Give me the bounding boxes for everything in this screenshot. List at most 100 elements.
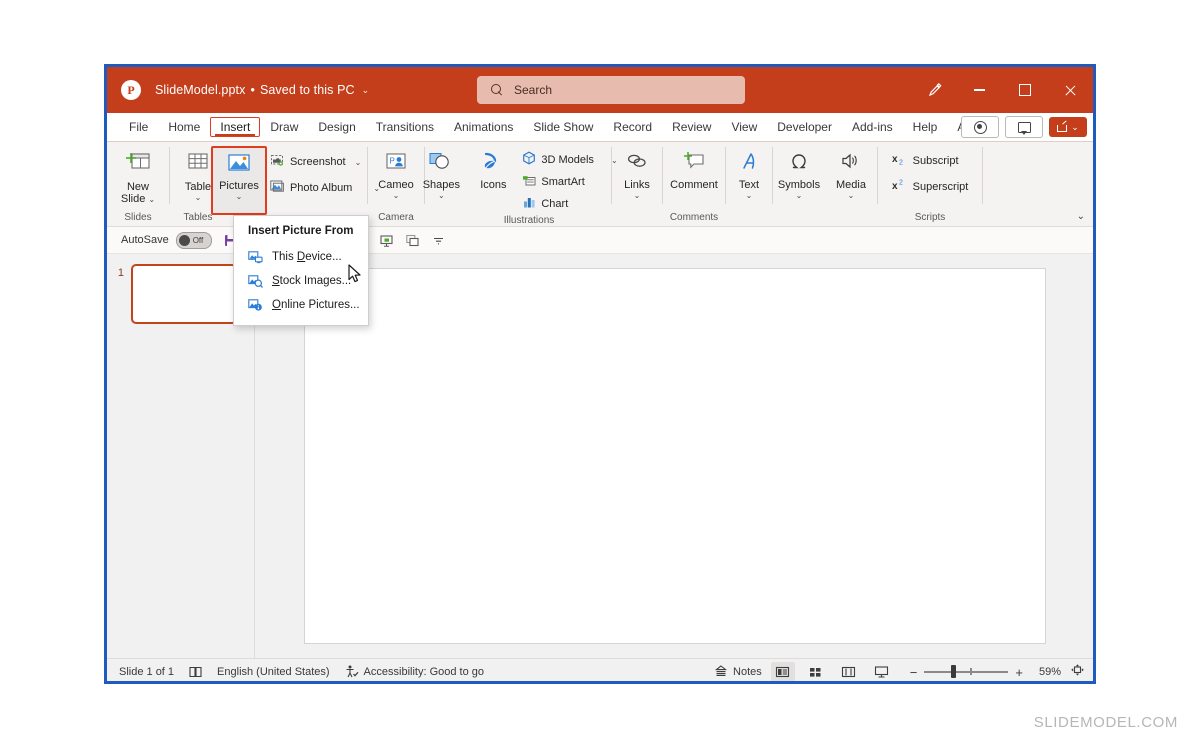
zoom-out-button[interactable]: − (903, 665, 925, 680)
tab-slide-show[interactable]: Slide Show (523, 117, 603, 137)
slide-thumbnail-1[interactable] (131, 264, 237, 324)
slide-show-button[interactable] (870, 662, 894, 681)
chart-button[interactable]: Chart (519, 193, 620, 215)
zoom-knob[interactable] (951, 665, 957, 679)
tab-record[interactable]: Record (603, 117, 662, 137)
tab-animations[interactable]: Animations (444, 117, 523, 137)
zoom-track[interactable] (924, 665, 1009, 679)
accessibility-label: Accessibility: Good to go (363, 666, 484, 678)
media-speaker-icon (838, 151, 864, 178)
text-chevron-down-icon[interactable]: ⌄ (746, 192, 753, 200)
title-bar: P SlideModel.pptx • Saved to this PC ⌄ S… (107, 67, 1093, 113)
notes-page-icon[interactable] (188, 665, 203, 679)
accessibility-status[interactable]: Accessibility: Good to go (344, 664, 484, 681)
superscript-button[interactable]: x2 Superscript (889, 176, 972, 198)
autosave-switch[interactable]: Off (175, 231, 212, 249)
links-chevron-down-icon[interactable]: ⌄ (634, 192, 641, 200)
more-commands-icon[interactable] (431, 233, 446, 248)
pictures-button[interactable]: Pictures ⌄ (210, 146, 267, 215)
cameo-icon: P (383, 151, 409, 178)
links-button[interactable]: Links ⌄ (611, 146, 663, 200)
close-button[interactable] (1047, 67, 1093, 113)
share-button[interactable]: ⌄ (1049, 117, 1087, 137)
slide-canvas[interactable] (304, 268, 1046, 644)
ribbon-group-comments: Comment Comments (663, 142, 725, 226)
zoom-slider[interactable]: − + (903, 665, 1030, 680)
ribbon-group-illustrations: Shapes ⌄ Icons 3D Models ⌄ SmartArt Char… (423, 142, 618, 226)
shapes-button[interactable]: Shapes ⌄ (415, 146, 467, 200)
record-button[interactable] (961, 116, 999, 138)
chart-icon (522, 195, 536, 214)
accessibility-icon (344, 664, 359, 681)
icons-button[interactable]: Icons (467, 146, 519, 191)
reading-view-button[interactable] (837, 662, 861, 681)
smartart-icon (522, 173, 536, 192)
search-input[interactable]: Search (477, 76, 745, 104)
zoom-level-label[interactable]: 59% (1039, 666, 1061, 678)
screenshot-icon (270, 153, 285, 172)
title-chevron-down-icon[interactable]: ⌄ (362, 85, 370, 96)
fit-slide-icon[interactable] (1070, 663, 1085, 682)
notes-label: Notes (733, 666, 762, 678)
cameo-button[interactable]: P Cameo ⌄ (370, 146, 422, 200)
smartart-button[interactable]: SmartArt (519, 171, 620, 193)
tab-view[interactable]: View (721, 117, 767, 137)
table-chevron-down-icon[interactable]: ⌄ (195, 194, 202, 202)
menu-item-online-pictures[interactable]: Online Pictures... (234, 293, 368, 317)
tab-developer[interactable]: Developer (767, 117, 842, 137)
text-button[interactable]: Text ⌄ (723, 146, 775, 200)
maximize-button[interactable] (1002, 67, 1047, 113)
cameo-chevron-down-icon[interactable]: ⌄ (393, 192, 400, 200)
pen-icon[interactable] (912, 67, 957, 113)
tab-insert[interactable]: Insert (210, 117, 261, 137)
new-slide-button[interactable]: New Slide ⌄ (112, 146, 164, 205)
comment-button[interactable]: Comment (668, 146, 720, 191)
svg-text:x: x (892, 154, 898, 165)
media-button[interactable]: Media ⌄ (825, 146, 877, 200)
document-title: SlideModel.pptx (155, 83, 246, 97)
tab-design[interactable]: Design (308, 117, 365, 137)
language-label[interactable]: English (United States) (217, 666, 330, 678)
collapse-ribbon-chevron-icon[interactable]: ⌄ (1077, 211, 1085, 222)
tab-draw[interactable]: Draw (260, 117, 308, 137)
notes-button[interactable]: Notes (714, 664, 762, 680)
group-separator (982, 147, 983, 204)
photo-album-button[interactable]: Photo Album ⌄ (267, 177, 383, 199)
minimize-button[interactable] (957, 67, 1002, 113)
slide-count-label[interactable]: Slide 1 of 1 (119, 666, 174, 678)
pictures-chevron-down-icon[interactable]: ⌄ (236, 193, 243, 201)
table-icon (185, 151, 211, 180)
dropdown-title: Insert Picture From (248, 225, 354, 237)
comments-button[interactable] (1005, 116, 1043, 138)
subscript-label: Subscript (912, 155, 959, 167)
normal-view-button[interactable] (770, 662, 795, 681)
screenshot-chevron-down-icon[interactable]: ⌄ (355, 158, 362, 167)
tab-file[interactable]: File (119, 117, 158, 137)
zoom-in-button[interactable]: + (1008, 665, 1030, 680)
tab-add-ins[interactable]: Add-ins (842, 117, 903, 137)
new-slide-icon (125, 151, 151, 180)
tab-review[interactable]: Review (662, 117, 721, 137)
shapes-chevron-down-icon[interactable]: ⌄ (438, 192, 445, 200)
subscript-button[interactable]: x2 Subscript (889, 150, 972, 172)
media-chevron-down-icon[interactable]: ⌄ (848, 192, 855, 200)
duplicate-icon[interactable] (405, 233, 420, 248)
present-icon[interactable] (379, 233, 394, 248)
3d-models-button[interactable]: 3D Models ⌄ (519, 149, 620, 171)
slide-sorter-button[interactable] (804, 662, 828, 681)
record-icon (973, 120, 987, 134)
text-icon (737, 151, 761, 178)
document-title-area[interactable]: SlideModel.pptx • Saved to this PC ⌄ (155, 83, 369, 97)
tab-help[interactable]: Help (903, 117, 948, 137)
tab-home[interactable]: Home (158, 117, 210, 137)
slide-thumbnail-item[interactable]: 1 (107, 264, 254, 324)
symbols-chevron-down-icon[interactable]: ⌄ (796, 192, 803, 200)
comment-label: Comment (670, 179, 718, 191)
autosave-toggle[interactable]: AutoSave Off (121, 231, 212, 249)
screenshot-label: Screenshot (289, 156, 346, 168)
symbols-button[interactable]: Symbols ⌄ (773, 146, 825, 200)
ribbon-group-label-scripts: Scripts (914, 212, 946, 223)
links-label: Links (624, 179, 650, 191)
tab-transitions[interactable]: Transitions (366, 117, 444, 137)
screenshot-button[interactable]: Screenshot ⌄ (267, 151, 383, 173)
